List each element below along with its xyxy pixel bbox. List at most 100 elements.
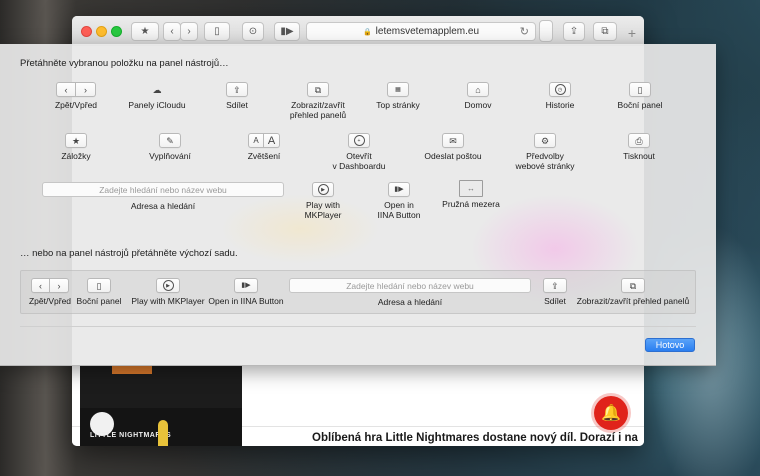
- chevron-left-icon: ‹: [56, 82, 76, 97]
- palette-item-zoom[interactable]: A A Zvětšení: [240, 133, 288, 161]
- autofill-icon: ✎: [159, 133, 181, 148]
- back-forward-control: ‹ ›: [31, 278, 69, 293]
- palette-item-dashboard[interactable]: + Otevřít v Dashboardu: [326, 133, 392, 171]
- gear-icon: ⚙: [534, 133, 556, 148]
- forward-button[interactable]: ›: [180, 22, 198, 41]
- sidebar-icon: ▯: [629, 82, 651, 97]
- palette-item-icloud-tabs[interactable]: ☁ Panely iCloudu: [122, 82, 192, 111]
- chevron-left-icon: ‹: [170, 26, 174, 37]
- address-search-field: Zadejte hledání nebo název webu: [42, 182, 284, 197]
- minimize-window-button[interactable]: [96, 26, 107, 37]
- palette-item-address-search[interactable]: Zadejte hledání nebo název webu Adresa a…: [42, 182, 284, 211]
- default-item-label: Zpět/Vpřed: [28, 296, 72, 306]
- tab-overview-icon: ⧉: [621, 278, 645, 293]
- character-figure: [158, 420, 168, 446]
- flexible-space-icon: ↔: [459, 180, 483, 197]
- palette-item-label: Zpět/Vpřed: [54, 100, 98, 110]
- zoom-out-button: A: [248, 133, 264, 148]
- default-item-label: Zobrazit/zavřít přehled panelů: [576, 296, 690, 306]
- tab-overview-icon: ⧉: [307, 82, 329, 97]
- palette-item-home[interactable]: ⌂ Domov: [458, 82, 498, 110]
- address-search-field: Zadejte hledání nebo název webu: [289, 278, 531, 293]
- palette-item-tab-overview[interactable]: ⧉ Zobrazit/zavřít přehled panelů: [278, 82, 358, 120]
- palette-item-back-forward[interactable]: ‹ › Zpět/Vpřed: [44, 82, 108, 110]
- reload-icon[interactable]: ↻: [520, 25, 529, 38]
- bookmarks-icon: ★: [140, 26, 150, 37]
- iina-icon: ▮▶: [388, 182, 410, 197]
- mail-icon: ✉: [442, 133, 464, 148]
- play-icon: ▶: [312, 182, 334, 197]
- back-forward-control: ‹ ›: [56, 82, 96, 97]
- share-button[interactable]: ⇪: [563, 22, 585, 41]
- palette-item-label: Domov: [464, 100, 492, 110]
- palette-item-label: Tisknout: [623, 151, 655, 161]
- palette-item-website-preferences[interactable]: ⚙ Předvolby webové stránky: [508, 133, 582, 171]
- zoom-in-button: A: [264, 133, 280, 148]
- grid-icon: ▦: [387, 82, 409, 97]
- address-bar[interactable]: 🔒 letemsvetemapplem.eu ↻: [306, 22, 536, 41]
- default-set-title: … nebo na panel nástrojů přetáhněte vých…: [20, 248, 238, 259]
- play-icon: ▶: [156, 278, 180, 293]
- palette-item-play-mkplayer[interactable]: ▶ Play with MKPlayer: [296, 182, 350, 220]
- lock-icon: 🔒: [362, 28, 372, 36]
- chevron-right-icon: ›: [187, 26, 191, 37]
- palette-item-bookmarks[interactable]: ★ Záložky: [56, 133, 96, 161]
- palette-item-history[interactable]: ◷ Historie: [538, 82, 582, 110]
- palette-item-label: Záložky: [61, 151, 91, 161]
- address-url: letemsvetemapplem.eu: [375, 26, 480, 37]
- palette-item-label: Zobrazit/zavřít přehled panelů: [289, 100, 347, 120]
- notification-bell-icon[interactable]: 🔔: [594, 396, 628, 430]
- palette-item-label: Zvětšení: [247, 151, 281, 161]
- default-item-sidebar: ▯ Boční panel: [76, 278, 122, 306]
- default-item-back-forward: ‹ › Zpět/Vpřed: [26, 278, 74, 306]
- palette-item-share[interactable]: ⇪ Sdílet: [212, 82, 262, 110]
- default-item-label: Sdílet: [544, 296, 566, 306]
- palette-item-label: Otevřít v Dashboardu: [332, 151, 386, 171]
- sidebar-icon: ▯: [87, 278, 111, 293]
- share-icon: ⇪: [569, 26, 579, 37]
- share-icon: ⇪: [543, 278, 567, 293]
- article-thumbnail[interactable]: [80, 366, 242, 414]
- iina-button[interactable]: ▮▶: [274, 22, 300, 41]
- palette-item-label: Vyplňování: [149, 151, 191, 161]
- palette-item-label: Boční panel: [617, 100, 663, 110]
- back-button[interactable]: ‹: [163, 22, 181, 41]
- customize-toolbar-sheet: Přetáhněte vybranou položku na panel nás…: [0, 44, 716, 366]
- iina-icon: ▮▶: [234, 278, 258, 293]
- article-headline[interactable]: Oblíbená hra Little Nightmares dostane n…: [312, 432, 642, 444]
- bookmarks-button[interactable]: ★: [131, 22, 159, 41]
- palette-item-label: Adresa a hledání: [130, 201, 196, 211]
- sheet-title: Přetáhněte vybranou položku na panel nás…: [20, 58, 229, 69]
- extension-button[interactable]: [539, 20, 553, 42]
- palette-item-label: Top stránky: [376, 100, 420, 110]
- sidebar-icon: ▯: [214, 26, 220, 37]
- sidebar-button[interactable]: ▯: [204, 22, 230, 41]
- palette-item-label: Sdílet: [226, 100, 248, 110]
- separator: [20, 326, 696, 327]
- default-item-label: Play with MKPlayer: [131, 296, 205, 306]
- done-button[interactable]: Hotovo: [645, 338, 695, 352]
- palette-item-print[interactable]: ⎙ Tisknout: [616, 133, 662, 161]
- palette-item-label: Panely iCloudu: [128, 100, 186, 110]
- new-tab-button[interactable]: +: [623, 25, 641, 41]
- palette-item-label: Předvolby webové stránky: [515, 151, 575, 171]
- play-icon: ⊙: [248, 26, 258, 37]
- article-thumbnail[interactable]: LITTLE NIGHTMARES: [80, 408, 242, 446]
- palette-item-sidebar[interactable]: ▯ Boční panel: [612, 82, 668, 110]
- zoom-control: A A: [248, 133, 280, 148]
- palette-item-mail[interactable]: ✉ Odeslat poštou: [418, 133, 488, 161]
- default-item-iina: ▮▶ Open in IINA Button: [206, 278, 286, 306]
- play-mkplayer-button[interactable]: ⊙: [242, 22, 264, 41]
- tab-overview-button[interactable]: ⧉: [593, 22, 617, 41]
- default-item-play-mkplayer: ▶ Play with MKPlayer: [128, 278, 208, 306]
- bookmarks-icon: ★: [65, 133, 87, 148]
- palette-item-flexible-space[interactable]: ↔ Pružná mezera: [440, 180, 502, 209]
- palette-item-label: Open in IINA Button: [377, 200, 421, 220]
- palette-item-iina[interactable]: ▮▶ Open in IINA Button: [372, 182, 426, 220]
- iina-icon: ▮▶: [280, 26, 294, 37]
- fullscreen-window-button[interactable]: [111, 26, 122, 37]
- palette-item-autofill[interactable]: ✎ Vyplňování: [142, 133, 198, 161]
- palette-item-top-sites[interactable]: ▦ Top stránky: [370, 82, 426, 110]
- close-window-button[interactable]: [81, 26, 92, 37]
- palette-item-label: Pružná mezera: [442, 199, 500, 209]
